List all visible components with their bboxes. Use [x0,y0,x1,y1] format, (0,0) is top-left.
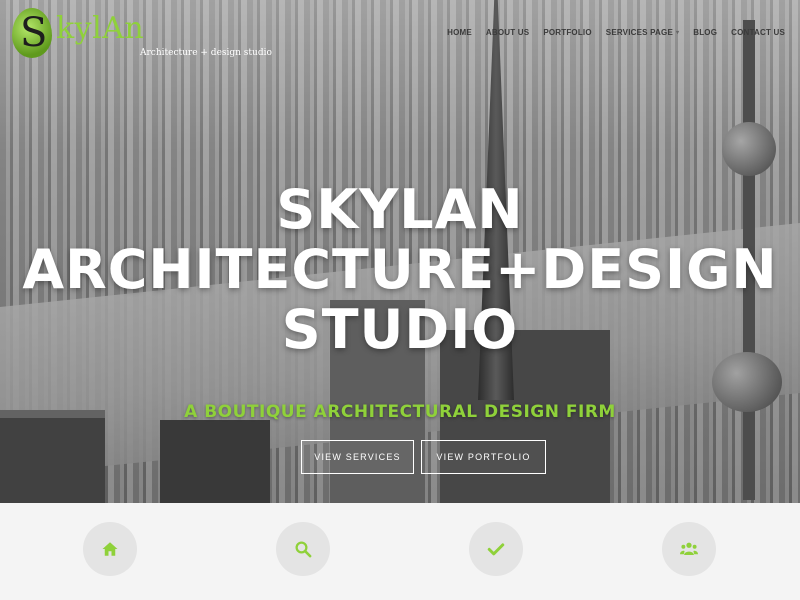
nav-item-label: ABOUT US [485,28,530,37]
nav-item-label: HOME [447,28,472,37]
nav-item-about-us[interactable]: ABOUT US [479,28,536,37]
site-logo[interactable]: S kylAn Architecture + design studio [12,8,272,62]
feature-search[interactable] [276,522,330,576]
users-icon [680,542,698,555]
feature-home[interactable] [83,522,137,576]
nav-item-label: SERVICES PAGE [605,28,673,37]
hero-title: SKYLAN ARCHITECTURE+DESIGN STUDIO [0,180,800,360]
nav-item-home[interactable]: HOME [440,28,479,37]
nav-item-portfolio[interactable]: PORTFOLIO [536,28,598,37]
feature-users[interactable] [662,522,716,576]
nav-item-blog[interactable]: BLOG [686,28,724,37]
main-nav: HOME ABOUT US PORTFOLIO SERVICES PAGE ▾ B… [440,28,792,37]
chevron-down-icon: ▾ [676,30,680,36]
logo-wordmark: kylAn [56,11,145,46]
home-icon [102,542,118,556]
view-services-button[interactable]: VIEW SERVICES [301,440,414,474]
feature-check[interactable] [469,522,523,576]
features-section [0,503,800,600]
hero-title-line: STUDIO [281,298,519,361]
hero-banner: S kylAn Architecture + design studio HOM… [0,0,800,503]
logo-initial: S [20,10,48,56]
search-icon [295,541,312,558]
nav-item-services-page[interactable]: SERVICES PAGE ▾ [599,28,686,37]
checkmark-icon [487,543,505,556]
logo-tagline: Architecture + design studio [140,48,272,58]
hero-title-line: ARCHITECTURE+DESIGN [22,238,778,301]
nav-item-label: CONTACT US [731,28,785,37]
nav-item-label: BLOG [693,28,718,37]
nav-item-contact-us[interactable]: CONTACT US [724,28,792,37]
view-portfolio-button[interactable]: VIEW PORTFOLIO [421,440,546,474]
hero-subtitle: A BOUTIQUE ARCHITECTURAL DESIGN FIRM [184,402,616,422]
nav-item-label: PORTFOLIO [543,28,592,37]
hero-title-line: SKYLAN [276,178,524,241]
